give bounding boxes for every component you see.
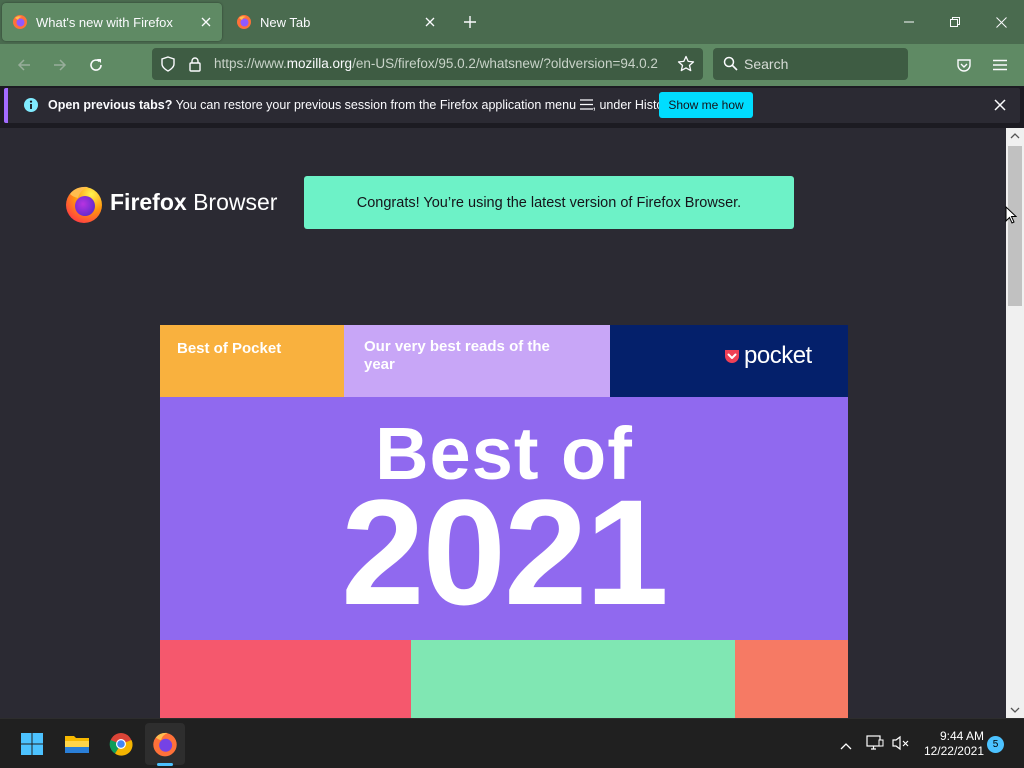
pocket-tag-block: Best of Pocket [160, 325, 344, 397]
tab-whats-new[interactable]: What's new with Firefox [2, 3, 222, 41]
url-text[interactable]: https://www.mozilla.org/en-US/firefox/95… [214, 56, 669, 71]
wordmark-bold: Firefox [110, 189, 187, 215]
tab-new-tab[interactable]: New Tab [226, 3, 446, 41]
url-prefix: https://www. [214, 56, 287, 71]
forward-button[interactable] [46, 51, 74, 79]
tab-title: New Tab [260, 14, 311, 30]
close-icon [994, 99, 1006, 111]
notification-body: You can restore your previous session fr… [172, 98, 580, 112]
active-app-indicator [157, 763, 173, 766]
minimize-icon [904, 21, 914, 23]
info-icon [23, 97, 39, 118]
notification-count-badge[interactable]: 5 [987, 736, 1004, 753]
back-arrow-icon [17, 59, 30, 71]
close-tab-icon[interactable] [418, 10, 442, 34]
clock-date: 12/22/2021 [923, 744, 984, 758]
latest-version-banner: Congrats! You’re using the latest versio… [304, 176, 794, 229]
pocket-tagline: Our very best reads of the year [364, 338, 550, 373]
pocket-hero-block: Best of 2021 [160, 397, 848, 640]
close-notification-button[interactable] [988, 93, 1012, 117]
notification-message: Open previous tabs? You can restore your… [48, 98, 676, 112]
url-host: mozilla.org [286, 56, 353, 71]
volume-muted-icon[interactable] [892, 735, 910, 756]
decorative-salmon-block [735, 640, 848, 718]
mouse-cursor-icon [1005, 206, 1017, 224]
restore-button[interactable] [932, 0, 978, 44]
application-menu-button[interactable] [986, 51, 1014, 79]
clock-time: 9:44 AM [939, 729, 984, 743]
show-hidden-icons-chevron-icon[interactable] [840, 737, 852, 755]
search-bar[interactable]: Search [713, 48, 908, 80]
firefox-icon [237, 15, 251, 29]
chrome-button[interactable] [105, 728, 137, 760]
reload-icon [90, 59, 102, 71]
search-placeholder: Search [744, 56, 789, 72]
page-content: Firefox Browser Congrats! You’re using t… [0, 128, 1006, 718]
wordmark-regular: Browser [186, 189, 278, 215]
url-bar[interactable]: https://www.mozilla.org/en-US/firefox/95… [152, 48, 703, 80]
windows-logo-icon [21, 733, 43, 755]
firefox-browser-wordmark: Firefox Browser [110, 189, 277, 216]
navigation-toolbar: https://www.mozilla.org/en-US/firefox/95… [0, 44, 1024, 86]
pocket-icon [957, 59, 971, 72]
decorative-mint-block [411, 640, 735, 718]
session-restore-notification: Open previous tabs? You can restore your… [4, 88, 1020, 123]
close-window-button[interactable] [978, 0, 1024, 44]
firefox-taskbar-button[interactable] [149, 728, 181, 760]
file-explorer-button[interactable] [61, 728, 93, 760]
folder-icon [65, 736, 89, 753]
pocket-tag: Best of Pocket [177, 340, 282, 357]
forward-arrow-icon [54, 59, 67, 71]
chrome-icon [109, 733, 133, 756]
pocket-icon [725, 349, 739, 363]
firefox-icon [13, 15, 27, 29]
reload-button[interactable] [82, 51, 110, 79]
bookmark-star-icon[interactable] [677, 55, 695, 78]
minimize-button[interactable] [886, 0, 932, 44]
close-tab-icon[interactable] [194, 10, 218, 34]
url-path: /en-US/firefox/95.0.2/whatsnew/?oldversi… [352, 56, 658, 71]
windows-taskbar: 9:44 AM 12/22/2021 5 [0, 718, 1024, 768]
pocket-tagline-block: Our very best reads of the year [344, 325, 610, 397]
firefox-logo-icon [66, 186, 102, 223]
search-icon [723, 56, 738, 76]
restore-icon [950, 17, 960, 27]
back-button[interactable] [10, 51, 38, 79]
firefox-icon [153, 732, 177, 757]
best-of-pocket-promo[interactable]: Best of Pocket Our very best reads of th… [160, 325, 848, 718]
lock-icon[interactable] [188, 56, 202, 77]
notification-title: Open previous tabs? [48, 98, 173, 112]
network-icon[interactable] [866, 735, 884, 756]
tab-title: What's new with Firefox [36, 14, 173, 30]
pocket-logo: pocket [724, 342, 812, 370]
close-icon [995, 16, 1007, 28]
pocket-year: 2021 [341, 468, 669, 636]
new-tab-button[interactable] [458, 10, 482, 34]
system-clock[interactable]: 9:44 AM 12/22/2021 [916, 729, 984, 759]
decorative-pink-block [160, 640, 411, 718]
pocket-wordmark: pocket [744, 342, 812, 369]
tab-strip: What's new with Firefox New Tab [0, 0, 1024, 44]
pocket-button[interactable] [950, 51, 978, 79]
plus-icon [464, 16, 476, 28]
tracking-protection-shield-icon[interactable] [160, 56, 176, 77]
scrollbar-thumb[interactable] [1008, 146, 1022, 306]
show-me-how-button[interactable]: Show me how [659, 92, 753, 118]
scroll-down-arrow-icon[interactable] [1010, 706, 1020, 714]
pocket-brand-block: pocket [610, 325, 848, 397]
scroll-up-arrow-icon[interactable] [1010, 132, 1020, 140]
hamburger-menu-icon [993, 59, 1007, 71]
start-button[interactable] [16, 728, 48, 760]
hamburger-menu-icon [579, 99, 593, 110]
